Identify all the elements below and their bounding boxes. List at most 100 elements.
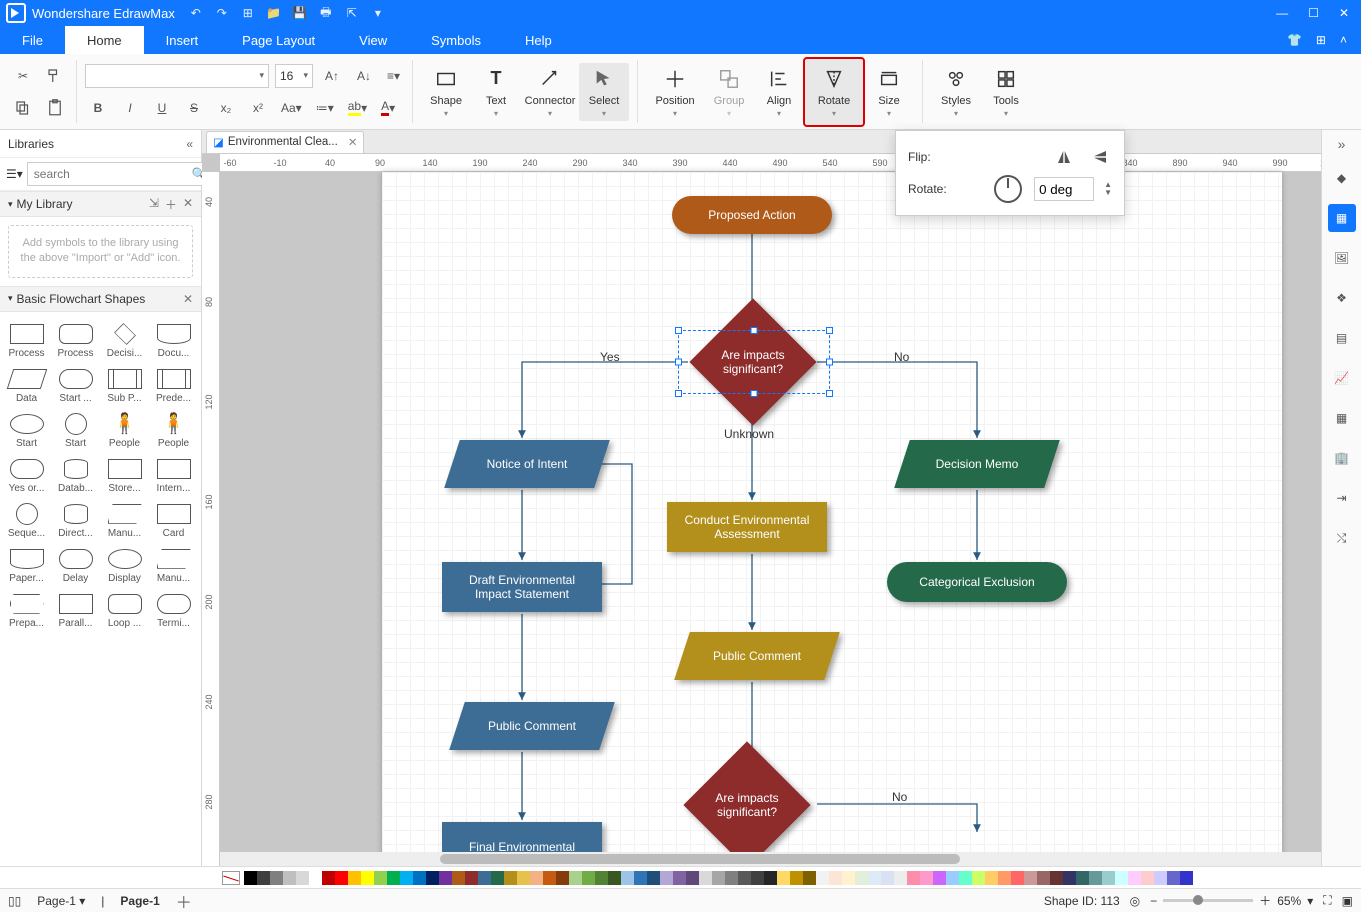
swatch[interactable] — [283, 871, 296, 885]
rr-building-icon[interactable]: 🏢 — [1328, 444, 1356, 472]
select-tool[interactable]: Select▾ — [579, 63, 629, 121]
swatch[interactable] — [491, 871, 504, 885]
rotate-down-icon[interactable]: ▼ — [1104, 189, 1112, 197]
node-categorical-exclusion[interactable]: Categorical Exclusion — [887, 562, 1067, 602]
minimize-icon[interactable]: — — [1276, 6, 1288, 20]
swatch[interactable] — [712, 871, 725, 885]
swatch[interactable] — [322, 871, 335, 885]
font-color-icon[interactable]: A▾ — [377, 95, 399, 121]
print-icon[interactable]: 🖶 — [317, 4, 335, 22]
swatch[interactable] — [959, 871, 972, 885]
tshirt-icon[interactable]: 👕 — [1287, 33, 1302, 47]
rr-chart-icon[interactable]: 📈 — [1328, 364, 1356, 392]
swatch[interactable] — [816, 871, 829, 885]
subscript-icon[interactable]: x₂ — [213, 95, 239, 121]
node-decision-memo[interactable]: Decision Memo — [902, 440, 1052, 488]
swatch[interactable] — [1037, 871, 1050, 885]
node-conduct-assessment[interactable]: Conduct Environmental Assessment — [667, 502, 827, 552]
swatch[interactable] — [1050, 871, 1063, 885]
swatch[interactable] — [972, 871, 985, 885]
collapse-left-icon[interactable]: « — [186, 137, 193, 151]
shape-start[interactable]: Start — [2, 408, 51, 453]
shape-seque[interactable]: Seque... — [2, 498, 51, 543]
flip-horizontal-icon[interactable] — [1052, 145, 1076, 169]
swatch[interactable] — [907, 871, 920, 885]
node-proposed-action[interactable]: Proposed Action — [672, 196, 832, 234]
new-icon[interactable]: ⊞ — [239, 4, 257, 22]
swatch[interactable] — [725, 871, 738, 885]
swatch[interactable] — [881, 871, 894, 885]
swatch[interactable] — [296, 871, 309, 885]
swatch[interactable] — [946, 871, 959, 885]
swatch[interactable] — [1089, 871, 1102, 885]
swatch[interactable] — [699, 871, 712, 885]
case-icon[interactable]: Aa▾ — [277, 95, 306, 121]
swatch[interactable] — [595, 871, 608, 885]
swatch[interactable] — [1141, 871, 1154, 885]
swatch[interactable] — [257, 871, 270, 885]
rr-page-icon[interactable]: ▤ — [1328, 324, 1356, 352]
page-tab-1[interactable]: Page-1 — [110, 892, 169, 910]
swatch[interactable] — [673, 871, 686, 885]
swatch[interactable] — [1167, 871, 1180, 885]
size-tool[interactable]: Size▾ — [864, 63, 914, 121]
cut-icon[interactable]: ✂ — [10, 63, 36, 89]
tools-tool[interactable]: Tools▾ — [981, 63, 1031, 121]
shape-start[interactable]: Start — [51, 408, 100, 453]
highlight-icon[interactable]: ab▾ — [344, 95, 371, 121]
shape-people[interactable]: 🧍People — [100, 408, 149, 453]
shape-people[interactable]: 🧍People — [149, 408, 198, 453]
swatch[interactable] — [361, 871, 374, 885]
grow-font-icon[interactable]: A↑ — [319, 63, 345, 89]
swatch[interactable] — [413, 871, 426, 885]
format-painter-icon[interactable] — [42, 63, 68, 89]
close-tab-icon[interactable]: ✕ — [348, 135, 358, 149]
rr-image-icon[interactable]: 🖼 — [1328, 244, 1356, 272]
mylib-header[interactable]: ▾My Library ⇲＋✕ — [0, 191, 201, 217]
shape-prede[interactable]: Prede... — [149, 363, 198, 408]
swatch[interactable] — [829, 871, 842, 885]
menu-home[interactable]: Home — [65, 26, 144, 54]
shape-direct[interactable]: Direct... — [51, 498, 100, 543]
swatch[interactable] — [790, 871, 803, 885]
canvas-page[interactable]: Proposed Action Are impacts significant?… — [382, 172, 1282, 866]
swatch[interactable] — [1011, 871, 1024, 885]
shape-yesor[interactable]: Yes or... — [2, 453, 51, 498]
collapse-right-icon[interactable]: » — [1338, 136, 1346, 152]
shape-process[interactable]: Process — [2, 318, 51, 363]
shape-loop[interactable]: Loop ... — [100, 588, 149, 633]
bold-icon[interactable]: B — [85, 95, 111, 121]
node-public-comment-2[interactable]: Public Comment — [682, 632, 832, 680]
swatch[interactable] — [504, 871, 517, 885]
swatch[interactable] — [920, 871, 933, 885]
swatch[interactable] — [426, 871, 439, 885]
horizontal-scrollbar[interactable] — [220, 852, 1321, 866]
strike-icon[interactable]: S — [181, 95, 207, 121]
zoom-slider[interactable] — [1163, 899, 1253, 902]
swatch[interactable] — [1154, 871, 1167, 885]
swatch[interactable] — [998, 871, 1011, 885]
font-size-dropdown[interactable]: 16 — [275, 64, 313, 88]
shape-delay[interactable]: Delay — [51, 543, 100, 588]
mylib-close-icon[interactable]: ✕ — [183, 196, 193, 213]
shape-card[interactable]: Card — [149, 498, 198, 543]
rotate-dial[interactable] — [994, 175, 1022, 203]
mylib-import-icon[interactable]: ⇲ — [149, 196, 159, 213]
paste-icon[interactable] — [42, 95, 68, 121]
menu-insert[interactable]: Insert — [144, 26, 221, 54]
file-tab[interactable]: ◪ Environmental Clea... ✕ — [206, 131, 364, 153]
swatch[interactable] — [569, 871, 582, 885]
rr-fill-icon[interactable]: ◆ — [1328, 164, 1356, 192]
position-tool[interactable]: Position▾ — [646, 63, 704, 121]
connector-tool[interactable]: Connector▾ — [521, 63, 579, 121]
swatch[interactable] — [478, 871, 491, 885]
swatch[interactable] — [309, 871, 322, 885]
swatch[interactable] — [374, 871, 387, 885]
shape-datab[interactable]: Datab... — [51, 453, 100, 498]
save-icon[interactable]: 💾 — [291, 4, 309, 22]
add-page-icon[interactable]: ＋ — [176, 889, 192, 913]
shape-start[interactable]: Start ... — [51, 363, 100, 408]
swatch[interactable] — [348, 871, 361, 885]
node-impacts-q2[interactable]: Are impacts significant? — [682, 760, 812, 850]
swatch[interactable] — [1115, 871, 1128, 885]
